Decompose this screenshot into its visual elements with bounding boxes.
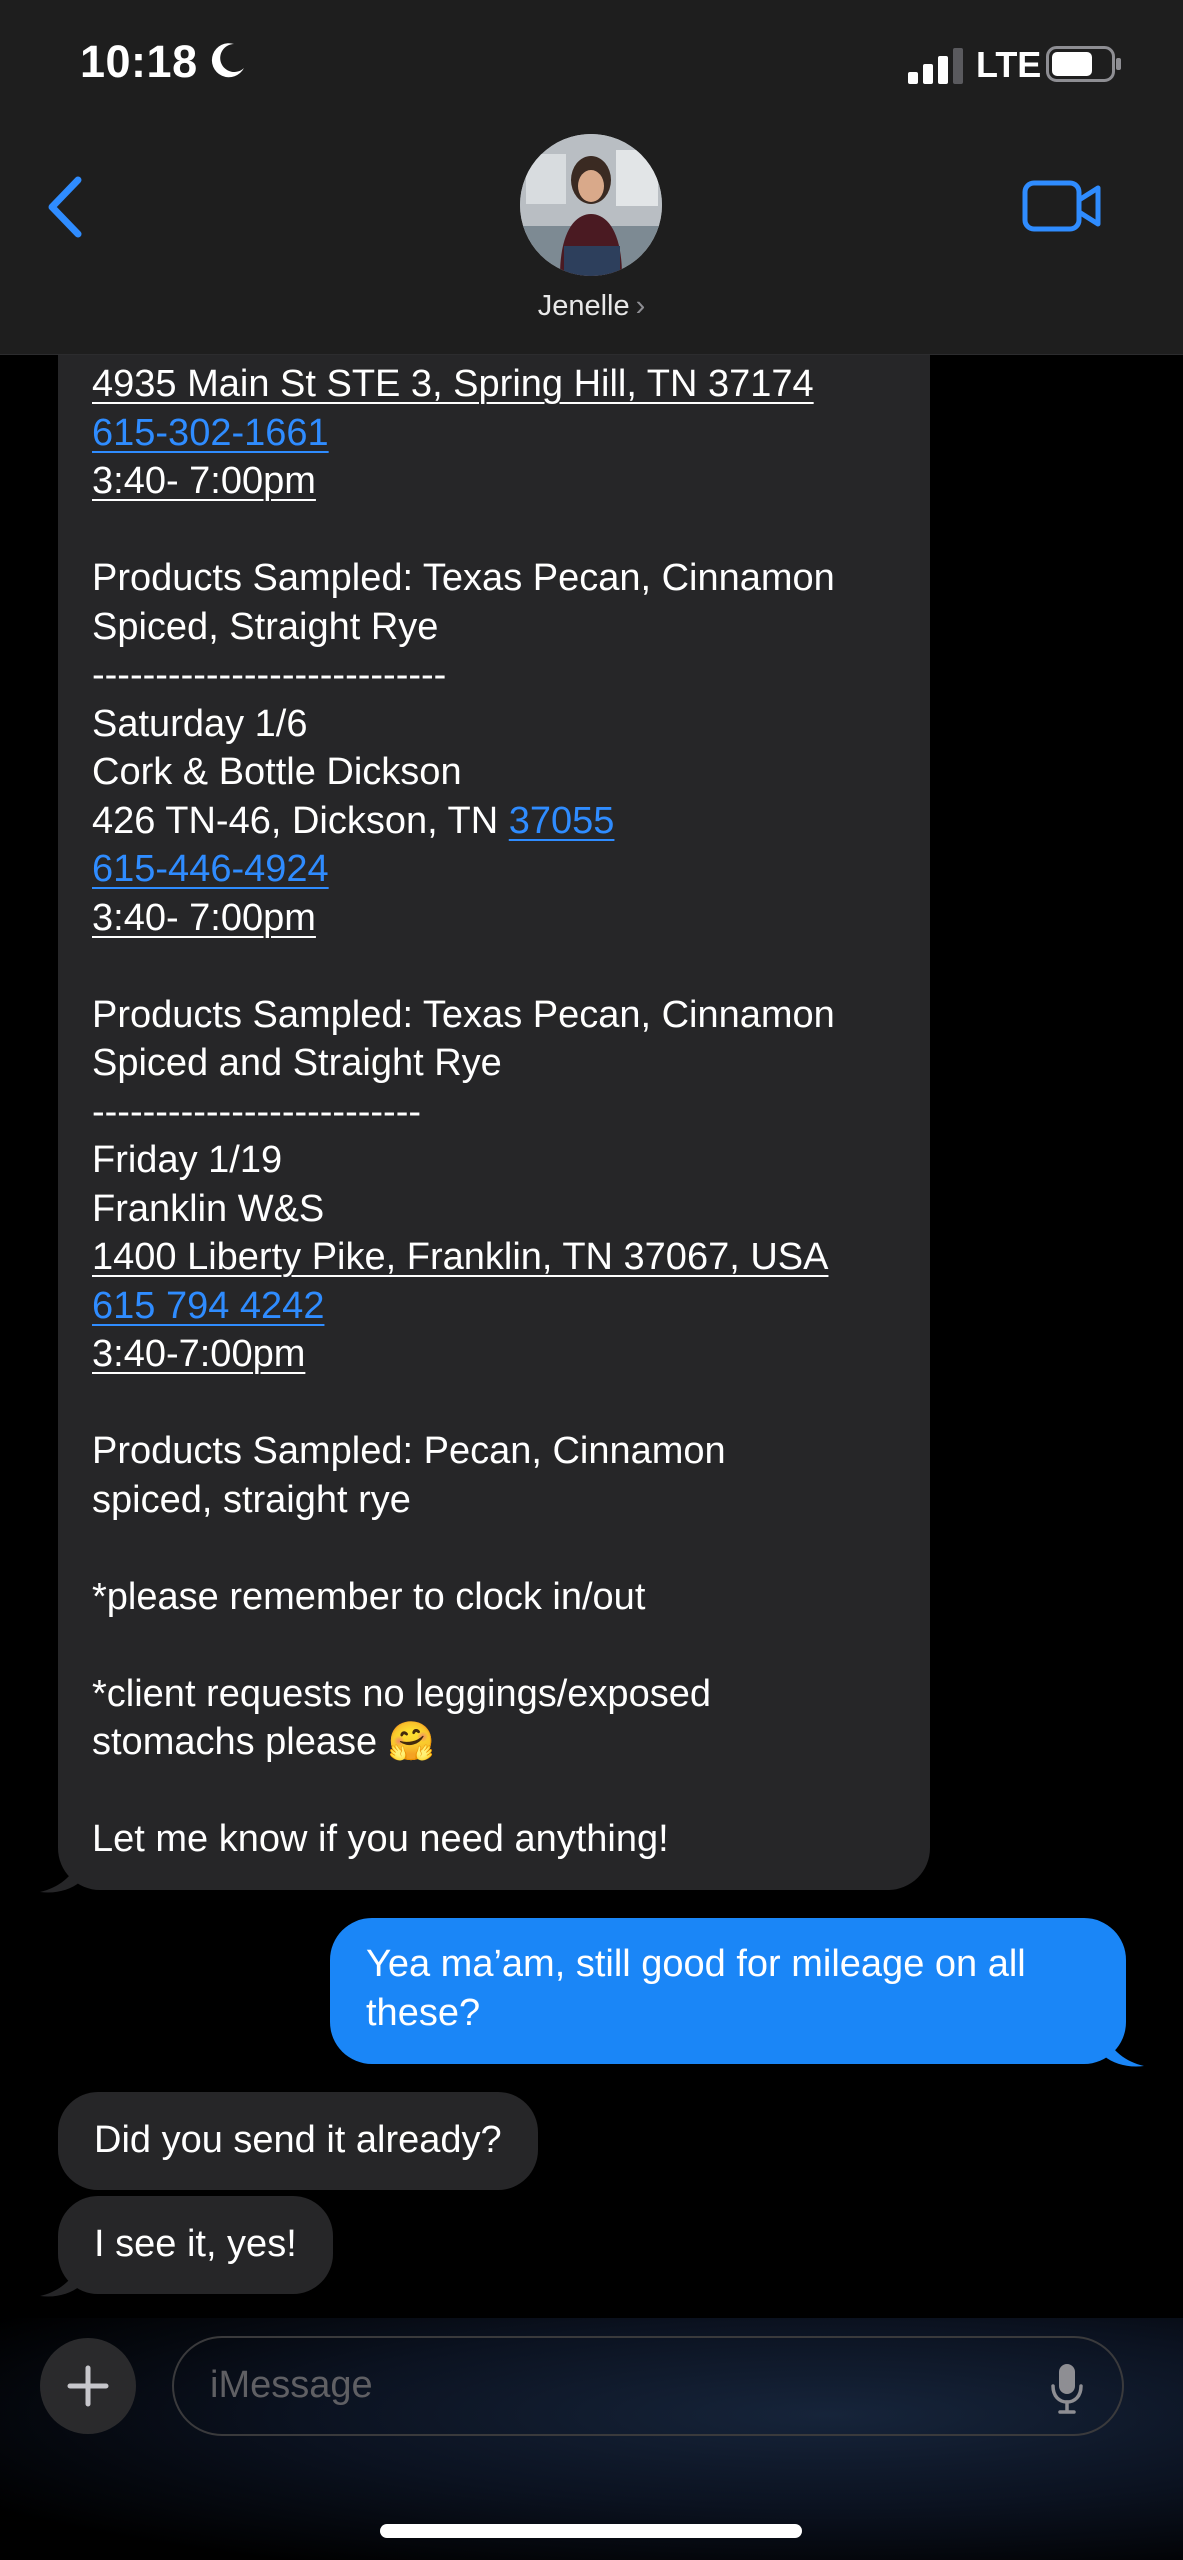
sent-message-bubble[interactable]: Yea ma’am, still good for mileage on all… — [330, 1918, 1126, 2064]
message-text: Did you send it already? — [94, 2119, 502, 2161]
signal-icon — [908, 48, 963, 84]
message-line: *please remember to clock in/out — [92, 1573, 930, 1622]
message-link[interactable]: 615-302-1661 — [92, 412, 329, 454]
message-detected-text[interactable]: 1400 Liberty Pike, Franklin, TN 37067, U… — [92, 1236, 828, 1278]
message-line: Friday 1/19 — [92, 1136, 930, 1185]
contact-name: Jenelle — [537, 290, 630, 322]
bubble-tail — [40, 2262, 80, 2297]
message-input-placeholder: iMessage — [210, 2364, 373, 2406]
message-text: spiced, straight rye — [92, 1478, 411, 1521]
sent-message-line: these? — [366, 1991, 481, 2034]
message-text: Products Sampled: Texas Pecan, Cinnamon — [92, 557, 835, 599]
message-line: 4935 Main St STE 3, Spring Hill, TN 3717… — [92, 360, 930, 409]
message-line: 615-302-1661 — [92, 409, 930, 458]
message-link[interactable]: 615 794 4242 — [92, 1285, 324, 1327]
bubble-tail — [40, 1858, 80, 1893]
message-line: stomachs please 🤗 — [92, 1718, 930, 1767]
battery-icon — [1046, 46, 1121, 82]
chevron-right-icon: › — [635, 290, 646, 322]
message-line: Let me know if you need anything! — [92, 1815, 930, 1864]
message-text: *please remember to clock in/out — [92, 1575, 646, 1618]
message-line: Products Sampled: Texas Pecan, Cinnamon — [92, 991, 930, 1040]
message-text: Products Sampled: Pecan, Cinnamon — [92, 1430, 726, 1472]
message-line: *client requests no leggings/exposed — [92, 1670, 930, 1719]
conversation-header: 10:18 LTE Jenelle › — [0, 0, 1183, 355]
microphone-icon[interactable] — [1050, 2362, 1084, 2414]
message-text: Spiced and Straight Rye — [92, 1042, 502, 1084]
sent-message-line: Yea ma’am, still good for mileage on all — [366, 1943, 1026, 1985]
message-link[interactable]: 615-446-4924 — [92, 848, 329, 890]
message-text: Let me know if you need anything! — [92, 1818, 669, 1860]
message-line: 1400 Liberty Pike, Franklin, TN 37067, U… — [92, 1233, 930, 1282]
message-detected-text[interactable]: 3:40- 7:00pm — [92, 460, 316, 502]
message-line: 3:40- 7:00pm — [92, 894, 930, 943]
network-type: LTE — [976, 44, 1042, 85]
message-line: Spiced, Straight Rye — [92, 603, 930, 652]
message-line: 615-446-4924 — [92, 845, 930, 894]
message-line: 426 TN-46, Dickson, TN 37055 — [92, 797, 930, 846]
message-line: spiced, straight rye — [92, 1476, 930, 1525]
received-message-bubble[interactable]: I see it, yes! — [58, 2196, 333, 2294]
message-text: Friday 1/19 — [92, 1139, 283, 1181]
status-time: 10:18 — [80, 36, 198, 87]
message-text: Cork & Bottle Dickson — [92, 751, 462, 793]
message-line: Products Sampled: Texas Pecan, Cinnamon — [92, 554, 930, 603]
message-text: *client requests no leggings/exposed — [92, 1672, 711, 1715]
message-text: ---------------------------- — [92, 654, 447, 696]
message-detected-text[interactable]: 4935 Main St STE 3, Spring Hill, TN 3717… — [92, 363, 814, 405]
avatar[interactable] — [520, 134, 662, 276]
message-line: ---------------------------- — [92, 651, 930, 700]
message-text: Franklin W&S — [92, 1187, 325, 1230]
message-line: 3:40- 7:00pm — [92, 457, 930, 506]
apps-plus-button[interactable] — [40, 2338, 136, 2434]
plus-icon — [67, 2365, 109, 2407]
message-bubble-schedule[interactable]: 4935 Main St STE 3, Spring Hill, TN 3717… — [58, 300, 930, 1890]
moon-icon — [211, 43, 244, 78]
message-link[interactable]: 37055 — [509, 800, 615, 842]
message-text: stomachs please 🤗 — [92, 1721, 436, 1763]
message-line: 615 794 4242 — [92, 1282, 930, 1331]
back-chevron-icon[interactable] — [40, 172, 90, 242]
message-line: 3:40-7:00pm — [92, 1330, 930, 1379]
message-text: Spiced, Straight Rye — [92, 605, 439, 648]
message-detected-text[interactable]: 3:40- 7:00pm — [92, 897, 316, 939]
message-line: Products Sampled: Pecan, Cinnamon — [92, 1427, 930, 1476]
message-line: Saturday 1/6 — [92, 700, 930, 749]
message-line: -------------------------- — [92, 1088, 930, 1137]
message-text: 426 TN-46, Dickson, TN — [92, 799, 509, 842]
received-message-bubble[interactable]: Did you send it already? — [58, 2092, 538, 2190]
message-detected-text[interactable]: 3:40-7:00pm — [92, 1333, 305, 1375]
message-line: Spiced and Straight Rye — [92, 1039, 930, 1088]
contact-name-button[interactable]: Jenelle › — [0, 290, 1183, 323]
message-line: Franklin W&S — [92, 1185, 930, 1234]
home-indicator[interactable] — [380, 2524, 802, 2538]
message-line: Cork & Bottle Dickson — [92, 748, 930, 797]
message-input[interactable]: iMessage — [172, 2336, 1124, 2436]
message-text: I see it, yes! — [94, 2223, 297, 2265]
message-text: Products Sampled: Texas Pecan, Cinnamon — [92, 993, 835, 1036]
avatar-photo — [520, 134, 662, 276]
message-text: Saturday 1/6 — [92, 702, 308, 745]
video-call-icon[interactable] — [1022, 178, 1102, 234]
sent-bubble-tail — [1104, 2032, 1144, 2067]
message-text: -------------------------- — [92, 1090, 422, 1133]
